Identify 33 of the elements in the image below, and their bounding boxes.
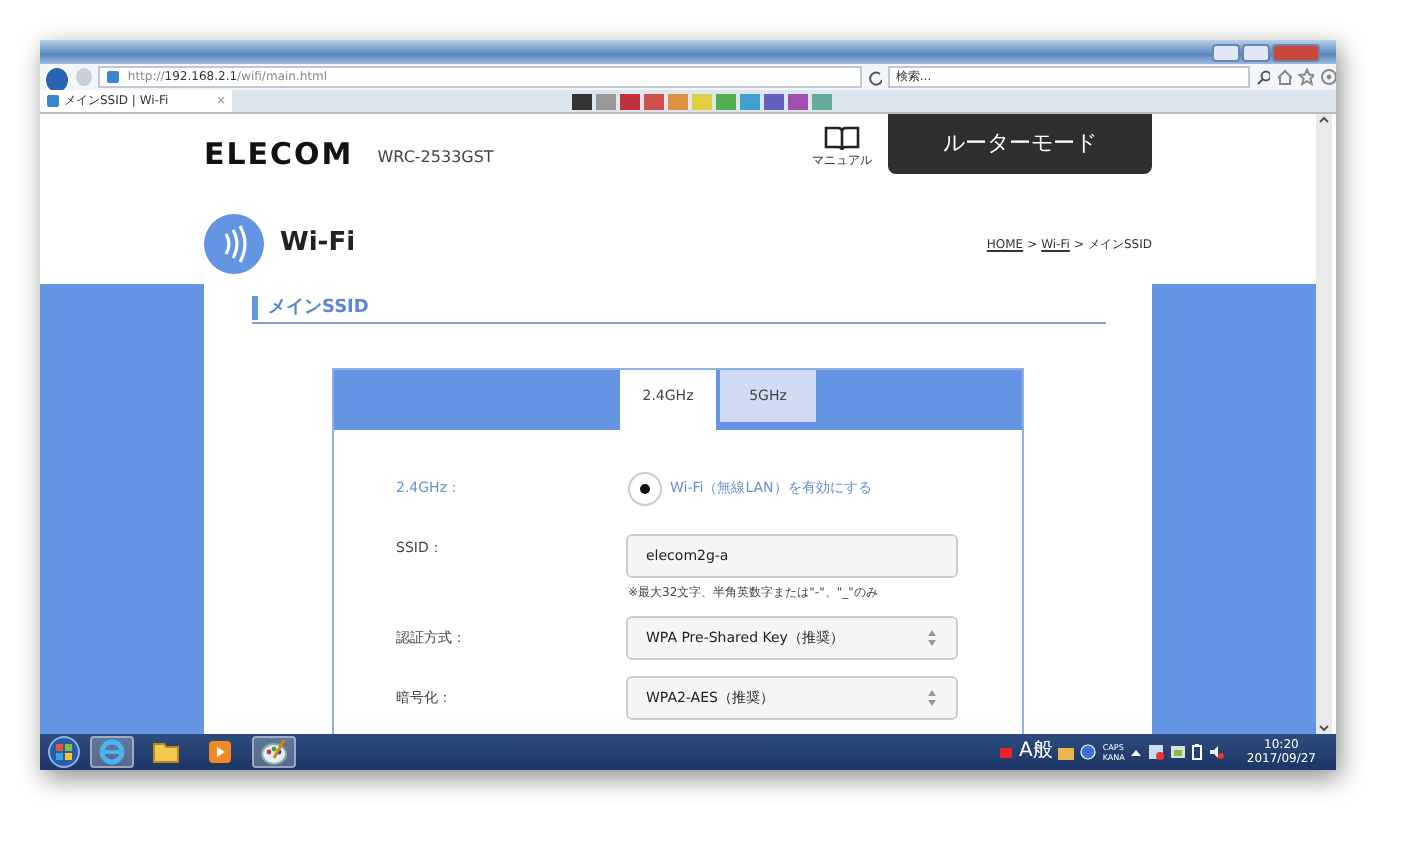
page-title: Wi-Fi	[280, 226, 356, 263]
maximize-button[interactable]	[1242, 43, 1270, 61]
updown-arrow-icon	[926, 628, 938, 648]
monitor-icon[interactable]	[1170, 744, 1187, 760]
battery-icon[interactable]	[1192, 744, 1203, 760]
logo: ELECOM	[204, 140, 354, 170]
section-title: メインSSID	[252, 296, 369, 320]
updown-arrow-icon	[926, 688, 938, 708]
paint-icon	[260, 738, 288, 766]
book-icon	[824, 124, 860, 152]
scroll-down-icon[interactable]	[1318, 722, 1330, 734]
minimize-button[interactable]	[1212, 43, 1240, 61]
media-player-icon	[208, 740, 232, 764]
start-button[interactable]	[48, 736, 80, 768]
browser-icon	[98, 738, 126, 766]
star-icon[interactable]	[1297, 68, 1314, 86]
wifi-icon	[204, 214, 264, 274]
scrollbar[interactable]	[1316, 114, 1332, 734]
speaker-icon[interactable]	[1208, 744, 1225, 760]
page-icon	[105, 70, 120, 84]
back-button[interactable]	[44, 65, 70, 93]
ime-indicator[interactable]: A般	[1019, 742, 1053, 762]
model-name: WRC-2533GST	[377, 146, 494, 170]
tray-expand-icon[interactable]	[1130, 747, 1143, 757]
page-icon	[46, 94, 60, 108]
refresh-icon[interactable]	[867, 69, 882, 85]
radio-button[interactable]	[628, 471, 662, 505]
mode-label: ルーターモード	[888, 114, 1152, 174]
home-icon[interactable]	[1275, 68, 1292, 86]
search-icon[interactable]	[1255, 69, 1270, 85]
folder-icon	[152, 740, 180, 764]
settings-icon[interactable]	[1319, 68, 1336, 86]
scroll-up-icon[interactable]	[1318, 114, 1330, 126]
